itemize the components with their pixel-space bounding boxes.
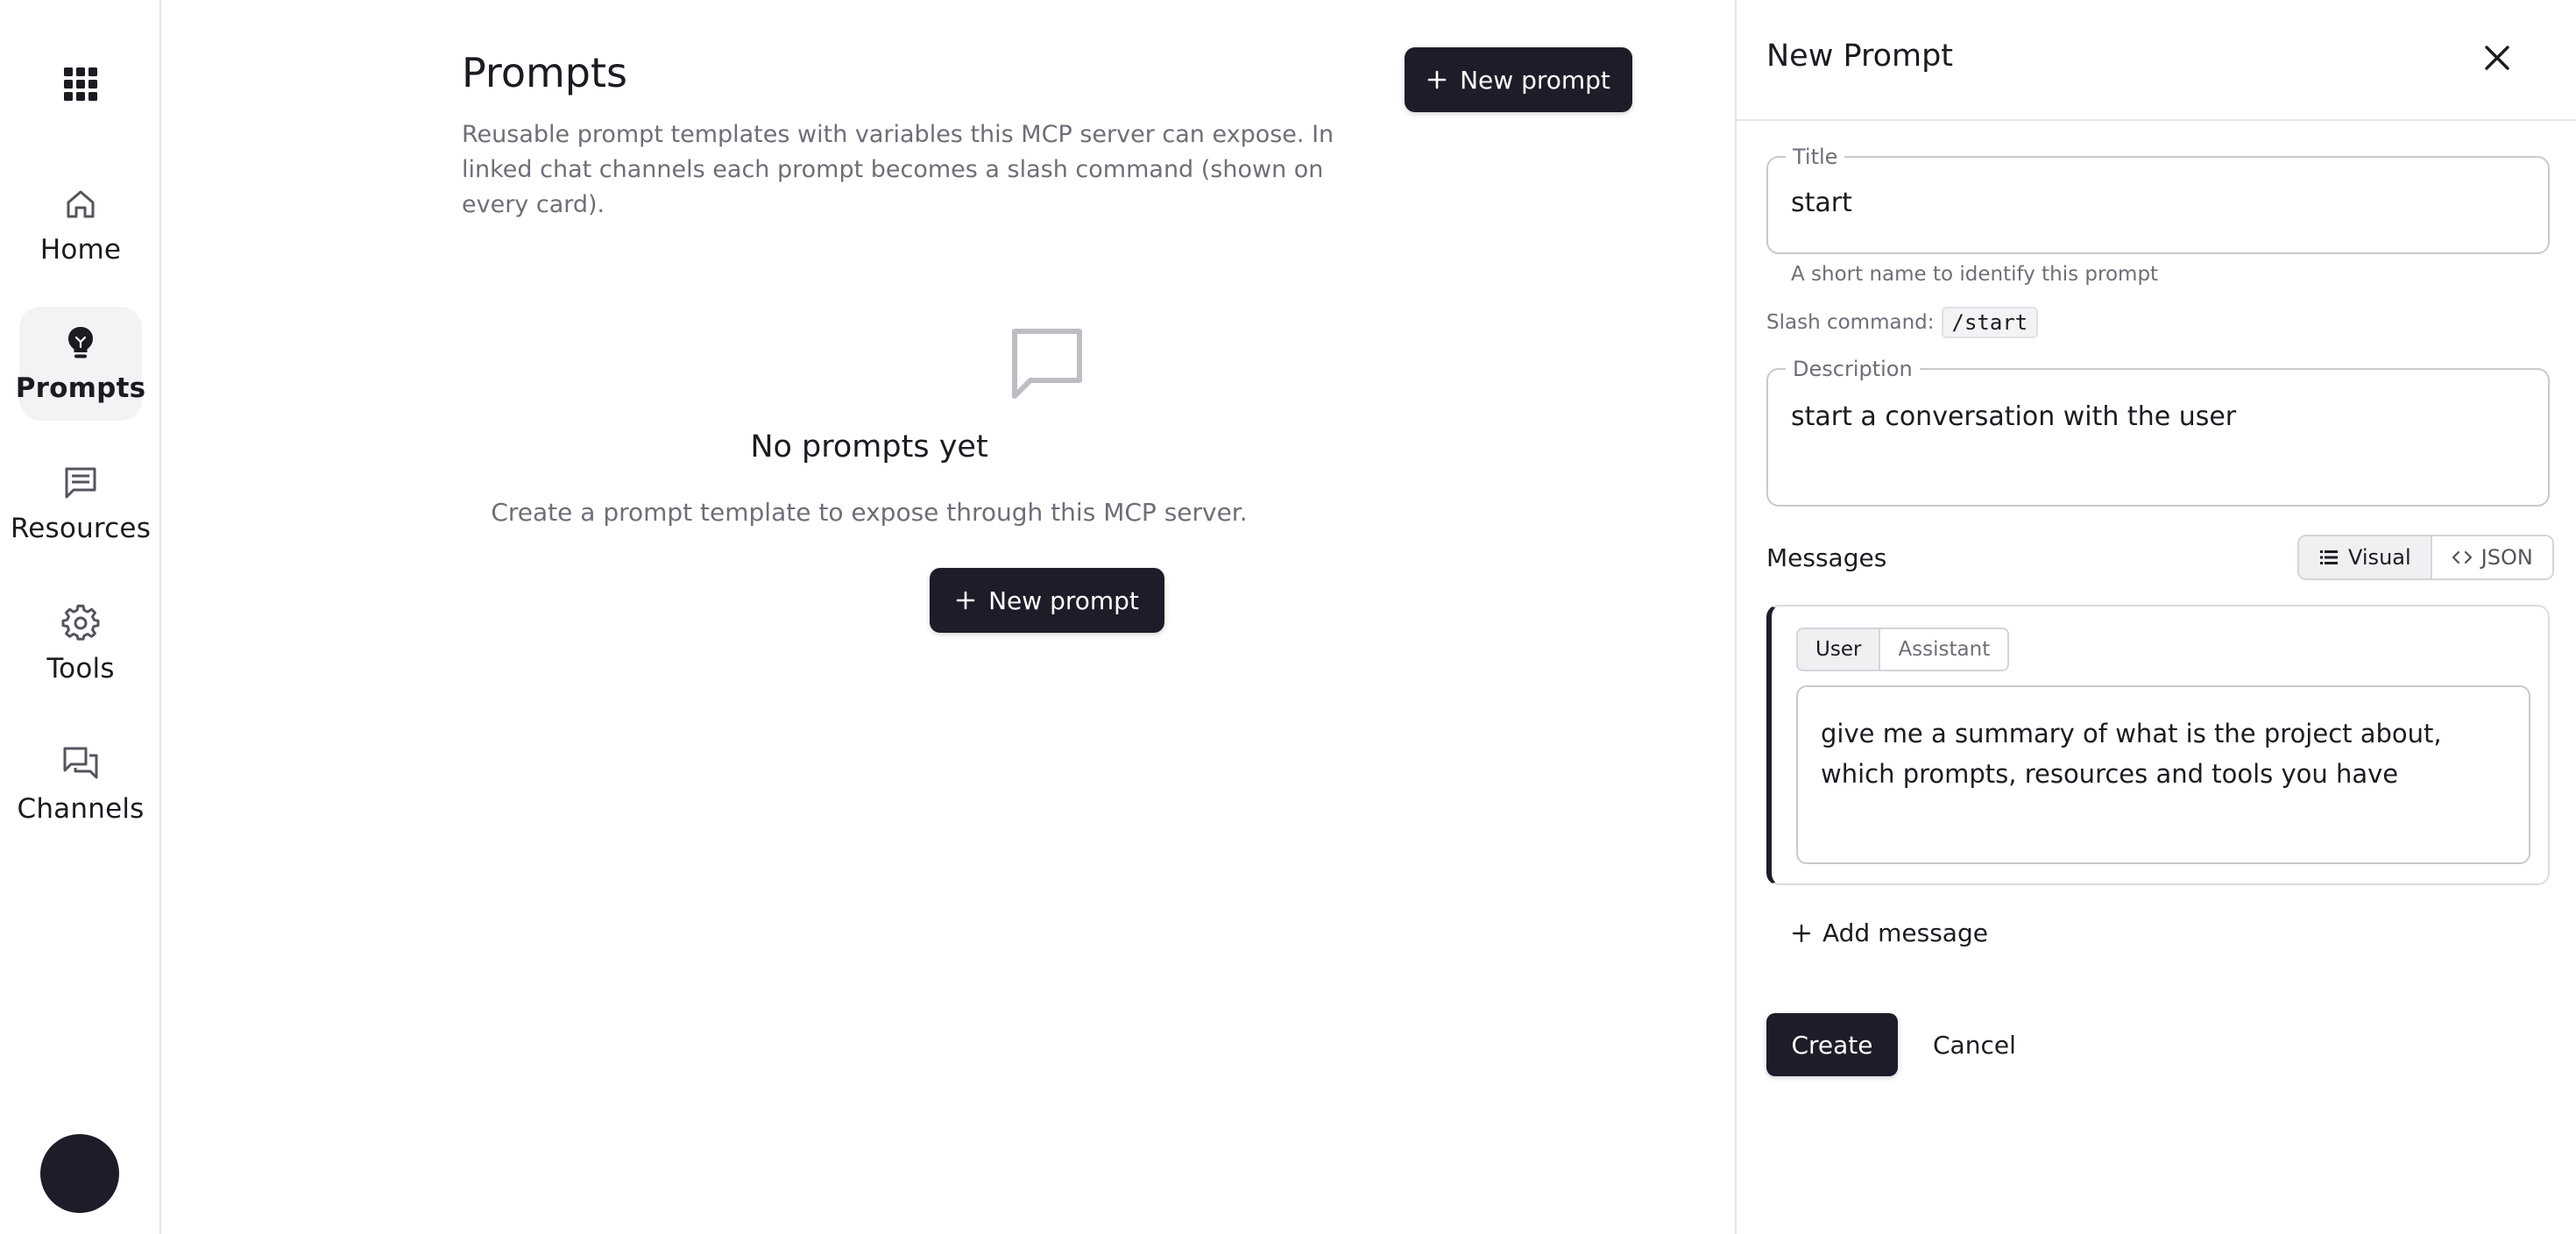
view-mode-visual[interactable]: Visual: [2299, 536, 2431, 578]
role-assistant-button[interactable]: Assistant: [1879, 629, 2008, 670]
sidebar-item-prompts[interactable]: Prompts: [15, 307, 146, 421]
sidebar-item-label: Resources: [10, 513, 152, 544]
grid-icon[interactable]: [63, 67, 98, 102]
empty-state-subtitle: Create a prompt template to expose throu…: [491, 498, 1248, 527]
role-user-button[interactable]: User: [1798, 629, 1879, 670]
add-message-button[interactable]: Add message: [1791, 918, 1988, 947]
role-toggle: User Assistant: [1796, 628, 2010, 671]
description-field-label: Description: [1786, 357, 1920, 381]
list-icon: [2318, 547, 2339, 568]
sidebar-item-label: Channels: [17, 793, 145, 825]
plus-icon: [1791, 923, 1812, 944]
message-content-input[interactable]: give me a summary of what is the project…: [1796, 685, 2530, 864]
new-prompt-label: New prompt: [1460, 65, 1610, 95]
slash-command-row: Slash command: /start: [1766, 307, 2039, 338]
add-message-label: Add message: [1822, 918, 1988, 947]
title-helper-text: A short name to identify this prompt: [1791, 263, 2159, 286]
code-icon: [2452, 547, 2473, 568]
new-prompt-panel: New Prompt Title A short name to identif…: [1735, 0, 2576, 1234]
plus-icon: [955, 590, 976, 611]
main-content: Prompts Reusable prompt templates with v…: [163, 0, 1735, 1234]
sidebar-item-label: Prompts: [15, 372, 146, 404]
view-mode-label: Visual: [2348, 545, 2411, 570]
sidebar-item-channels[interactable]: Channels: [17, 727, 145, 841]
message-square-icon: [1009, 326, 1085, 401]
panel-header: New Prompt: [1737, 0, 2576, 121]
gear-icon: [61, 604, 100, 642]
sidebar: Home Prompts Resources Tools Channels: [0, 0, 161, 1234]
page-title: Prompts: [462, 49, 627, 96]
create-button[interactable]: Create: [1766, 1013, 1898, 1076]
sidebar-item-resources[interactable]: Resources: [11, 447, 151, 561]
cancel-button[interactable]: Cancel: [1921, 1013, 2028, 1076]
slash-command-value: /start: [1941, 307, 2039, 338]
avatar[interactable]: [40, 1134, 119, 1213]
view-mode-label: JSON: [2480, 545, 2533, 570]
message-square-icon: [61, 464, 100, 502]
view-mode-json[interactable]: JSON: [2430, 536, 2552, 578]
empty-new-prompt-button[interactable]: New prompt: [930, 568, 1164, 633]
new-prompt-button[interactable]: New prompt: [1405, 47, 1632, 112]
slash-command-label: Slash command:: [1766, 311, 1935, 334]
home-icon: [61, 185, 100, 223]
title-field: Title: [1766, 145, 2550, 254]
close-icon[interactable]: [2480, 40, 2515, 75]
lightbulb-icon: [61, 323, 100, 362]
page-description: Reusable prompt templates with variables…: [462, 121, 1334, 218]
message-card: User Assistant give me a summary of what…: [1766, 605, 2550, 885]
empty-new-prompt-label: New prompt: [988, 585, 1139, 615]
sidebar-item-label: Tools: [46, 653, 115, 684]
empty-state-title: No prompts yet: [750, 429, 988, 465]
panel-title: New Prompt: [1766, 39, 1954, 74]
sidebar-item-label: Home: [39, 234, 122, 266]
sidebar-item-tools[interactable]: Tools: [19, 587, 142, 701]
view-mode-toggle: Visual JSON: [2297, 535, 2554, 580]
description-input[interactable]: [1791, 401, 2527, 432]
plus-icon: [1426, 69, 1447, 90]
messages-label: Messages: [1766, 543, 1887, 572]
title-field-label: Title: [1786, 145, 1845, 169]
description-field: Description: [1766, 357, 2550, 507]
sidebar-item-home[interactable]: Home: [19, 168, 142, 282]
title-input[interactable]: [1791, 188, 2527, 218]
chat-bubbles-icon: [61, 744, 100, 783]
